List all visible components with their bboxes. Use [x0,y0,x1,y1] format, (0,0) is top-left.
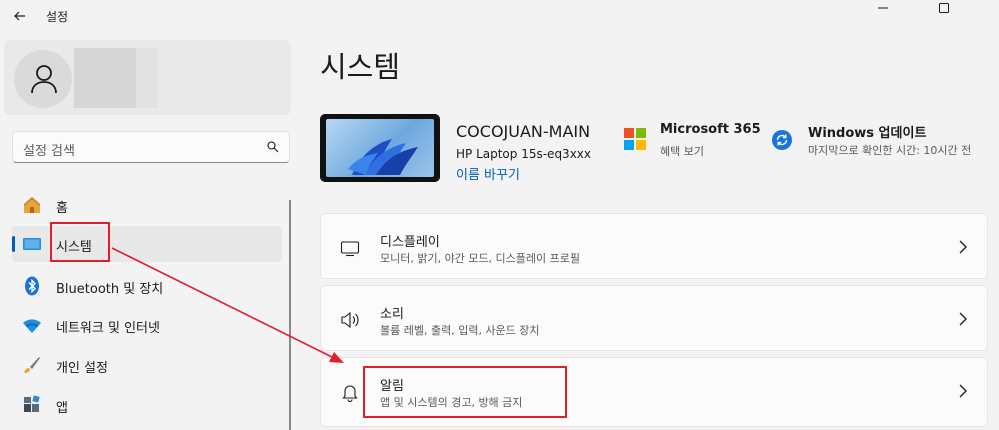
annotation-arrow-icon [111,247,344,363]
